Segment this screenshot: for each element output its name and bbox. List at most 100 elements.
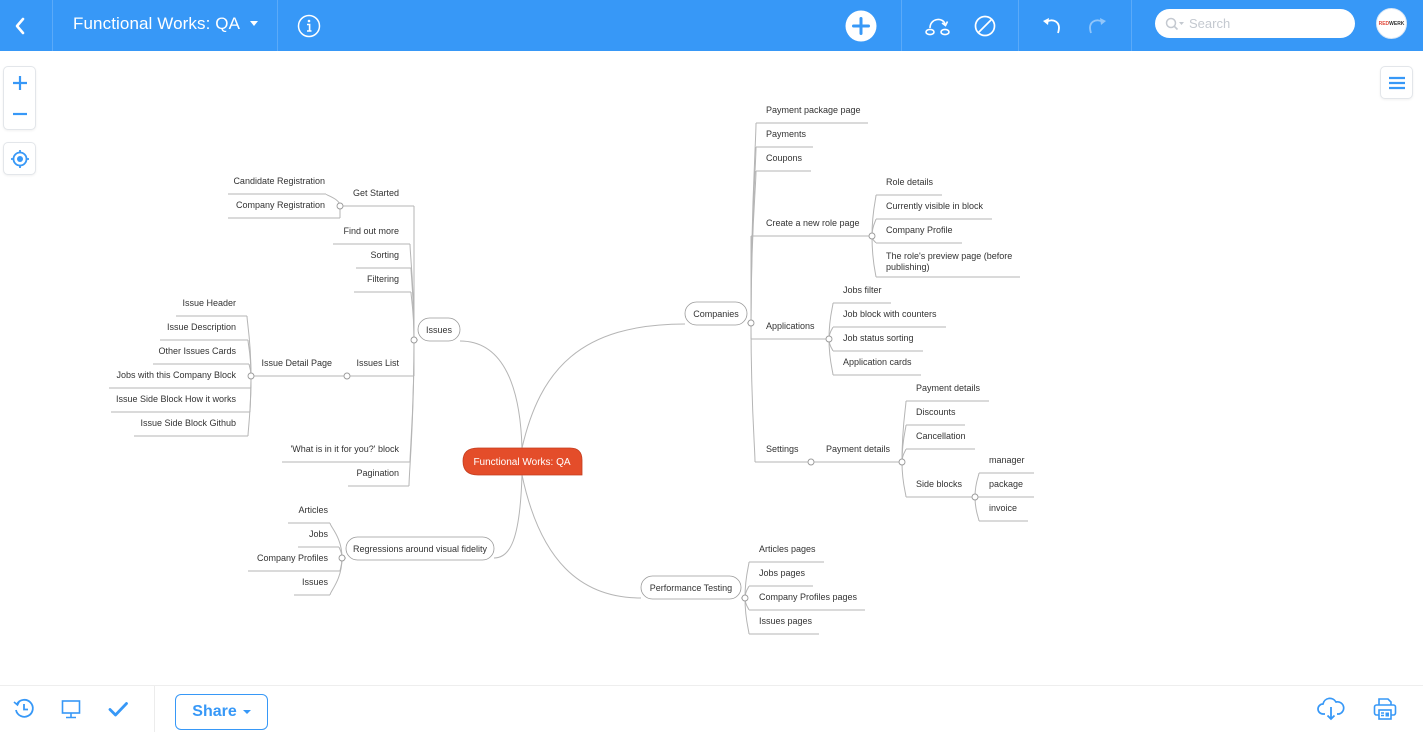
- subtopic[interactable]: Company Profile: [886, 225, 953, 235]
- caret-down-icon: [250, 21, 259, 26]
- subtopic[interactable]: Settings: [766, 444, 799, 454]
- subtopic[interactable]: Applications: [766, 321, 815, 331]
- subtopic[interactable]: Discounts: [916, 407, 956, 417]
- subtopic[interactable]: Issue Header: [182, 298, 236, 308]
- subtopic[interactable]: Get Started: [353, 188, 399, 198]
- main-topic-regress[interactable]: Regressions around visual fidelity: [345, 536, 495, 561]
- subtopic[interactable]: 'What is in it for you?' block: [291, 444, 400, 454]
- subtopic[interactable]: Cancellation: [916, 431, 966, 441]
- subtopic-label: Company Profiles: [257, 553, 329, 563]
- collapse-toggle-companies[interactable]: [747, 319, 755, 327]
- subtopic[interactable]: Articles pages: [759, 544, 816, 554]
- subtopic[interactable]: Articles: [298, 505, 328, 515]
- collapse-toggle-apps[interactable]: [825, 335, 833, 343]
- map-title-dropdown[interactable]: Functional Works: QA: [73, 0, 259, 47]
- boundary-button[interactable]: [969, 0, 1001, 51]
- outline-button[interactable]: [1380, 66, 1413, 99]
- subtopic[interactable]: package: [989, 479, 1023, 489]
- share-button[interactable]: Share: [175, 694, 268, 730]
- subtopic[interactable]: Issue Detail Page: [261, 358, 332, 368]
- subtopic[interactable]: Company Profiles: [257, 553, 329, 563]
- search-input[interactable]: [1189, 16, 1329, 31]
- search-icon: [1165, 17, 1184, 30]
- subtopic[interactable]: Sorting: [370, 250, 399, 260]
- collapse-toggle-issues[interactable]: [410, 336, 418, 344]
- main-topic-companies[interactable]: Companies: [684, 301, 748, 326]
- subtopic[interactable]: Payments: [766, 129, 807, 139]
- subtopic-label: package: [989, 479, 1023, 489]
- avatar[interactable]: RED WERK: [1376, 8, 1407, 39]
- subtopic[interactable]: Company Registration: [236, 200, 325, 210]
- subtopic[interactable]: The role's preview page (before publishin…: [886, 251, 1012, 272]
- subtopic[interactable]: Issue Side Block How it works: [116, 394, 237, 404]
- subtopic[interactable]: Create a new role page: [766, 218, 860, 228]
- collapse-toggle-cnrp[interactable]: [868, 232, 876, 240]
- search-box[interactable]: [1155, 9, 1355, 38]
- collapse-toggle-issueslist[interactable]: [343, 372, 351, 380]
- main-topic-perf[interactable]: Performance Testing: [640, 575, 742, 600]
- zoom-in-button[interactable]: [4, 67, 35, 99]
- subtopic[interactable]: Find out more: [343, 226, 399, 236]
- main-topic-issues[interactable]: Issues: [417, 317, 461, 342]
- info-button[interactable]: [292, 0, 326, 51]
- toolbar-divider: [901, 0, 902, 51]
- subtopic[interactable]: Issues List: [356, 358, 399, 368]
- subtopic[interactable]: Application cards: [843, 357, 912, 367]
- subtopic[interactable]: Jobs: [309, 529, 329, 539]
- subtopic[interactable]: Issues pages: [759, 616, 813, 626]
- subtopic[interactable]: Issues: [302, 577, 329, 587]
- subtopic[interactable]: Currently visible in block: [886, 201, 984, 211]
- subtopic[interactable]: Job block with counters: [843, 309, 937, 319]
- print-button[interactable]: [1370, 686, 1400, 732]
- subtopic[interactable]: manager: [989, 455, 1025, 465]
- subtopic[interactable]: Jobs pages: [759, 568, 806, 578]
- subtopic[interactable]: Filtering: [367, 274, 399, 284]
- zoom-out-button[interactable]: [4, 99, 35, 129]
- subtopic-label: Issue Header: [182, 298, 236, 308]
- subtopic-label: Role details: [886, 177, 934, 187]
- collapse-toggle-getstarted[interactable]: [336, 202, 344, 210]
- main-topic-label: Companies: [693, 309, 739, 319]
- subtopic[interactable]: invoice: [989, 503, 1017, 513]
- history-button[interactable]: [10, 686, 38, 732]
- subtopic[interactable]: Candidate Registration: [233, 176, 325, 186]
- subtopic[interactable]: Role details: [886, 177, 934, 187]
- subtopic[interactable]: Issue Side Block Github: [140, 418, 236, 428]
- collapse-toggle-sideblocks[interactable]: [971, 493, 979, 501]
- caret-down-icon: [242, 710, 251, 714]
- collapse-toggle-settings[interactable]: [807, 458, 815, 466]
- collapse-toggle-issuedetail[interactable]: [247, 372, 255, 380]
- collapse-toggle-regress[interactable]: [338, 554, 346, 562]
- avatar-logo-dark: WERK: [1389, 20, 1405, 27]
- subtopic[interactable]: Coupons: [766, 153, 803, 163]
- mindmap-canvas[interactable]: Functional Works: QA Issues Regressions ar…: [0, 51, 1423, 685]
- redo-button[interactable]: [1081, 0, 1113, 51]
- connector: [247, 375, 252, 437]
- subtopic[interactable]: Issue Description: [167, 322, 236, 332]
- subtopic-label: Coupons: [766, 153, 803, 163]
- subtopic[interactable]: Jobs filter: [843, 285, 882, 295]
- subtopic-label: 'What is in it for you?' block: [291, 444, 400, 454]
- collapse-toggle-paydet[interactable]: [898, 458, 906, 466]
- subtopic-label: Issue Description: [167, 322, 236, 332]
- subtopic[interactable]: Company Profiles pages: [759, 592, 858, 602]
- presentation-button[interactable]: [57, 686, 85, 732]
- subtopic[interactable]: Other Issues Cards: [158, 346, 236, 356]
- subtopic[interactable]: Jobs with this Company Block: [116, 370, 236, 380]
- download-button[interactable]: [1316, 686, 1346, 732]
- root-topic[interactable]: Functional Works: QA: [462, 447, 583, 476]
- subtopic[interactable]: Job status sorting: [843, 333, 914, 343]
- subtopic[interactable]: Side blocks: [916, 479, 963, 489]
- back-button[interactable]: [0, 0, 40, 51]
- center-map-button[interactable]: [3, 142, 36, 175]
- undo-button[interactable]: [1036, 0, 1068, 51]
- add-topic-button[interactable]: [843, 0, 879, 51]
- task-button[interactable]: [104, 686, 132, 732]
- collapse-toggle-perf[interactable]: [741, 594, 749, 602]
- subtopic[interactable]: Payment details: [826, 444, 891, 454]
- relationship-button[interactable]: [922, 0, 954, 51]
- subtopic[interactable]: Pagination: [356, 468, 399, 478]
- subtopic[interactable]: Payment details: [916, 383, 981, 393]
- subtopic[interactable]: Payment package page: [766, 105, 861, 115]
- root-connector: [521, 323, 686, 449]
